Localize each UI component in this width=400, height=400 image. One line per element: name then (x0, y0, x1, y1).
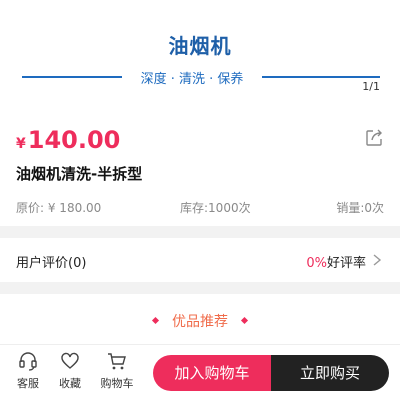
product-title: 油烟机清洗-半拆型 (16, 165, 143, 183)
positive-rate-value: 0% (306, 256, 327, 271)
product-info: ¥140.00 油烟机清洗-半拆型 原价: ¥ 180.00 库存:1000次 … (0, 96, 400, 226)
add-to-cart-button[interactable]: 加入购物车 (153, 355, 271, 391)
customer-service-button[interactable]: 客服 (6, 351, 50, 391)
price-value: 140.00 (27, 126, 121, 154)
sales-count: 销量:0次 (336, 201, 384, 215)
headset-icon (19, 352, 37, 371)
positive-rate-label: 好评率 (326, 256, 366, 271)
share-icon[interactable] (364, 128, 384, 148)
cart-button[interactable]: 购物车 (95, 351, 139, 391)
banner-title: 油烟机 (168, 34, 232, 58)
reviews-label: 用户评价(0) (16, 256, 87, 271)
favorite-label: 收藏 (59, 377, 81, 390)
favorite-button[interactable]: 收藏 (48, 351, 92, 391)
service-label: 客服 (17, 377, 39, 390)
stock-count: 库存:1000次 (180, 201, 251, 215)
heart-icon (61, 352, 79, 369)
price: ¥140.00 (16, 126, 120, 154)
buy-now-button[interactable]: 立即购买 (271, 355, 389, 391)
cart-icon (108, 353, 126, 370)
banner-divider-right (262, 76, 380, 78)
diamond-icon (240, 316, 249, 325)
diamond-icon (151, 316, 160, 325)
product-banner: 油烟机 深度 · 清洗 · 保养 1/1 (0, 0, 400, 96)
positive-rate: 0%好评率 (306, 252, 366, 271)
recommend-heading: 优品推荐 (0, 311, 400, 331)
user-reviews-row[interactable]: 用户评价(0) 0%好评率 (0, 238, 400, 282)
cart-label: 购物车 (100, 377, 134, 390)
chevron-right-icon (373, 254, 382, 266)
banner-divider-left (22, 76, 122, 78)
price-currency: ¥ (16, 136, 26, 152)
original-price: 原价: ¥ 180.00 (16, 201, 102, 215)
bottom-action-bar: 客服 收藏 购物车 加入购物车 立即购买 (0, 344, 400, 400)
image-pager: 1/1 (362, 80, 380, 93)
banner-subtitle: 深度 · 清洗 · 保养 (140, 72, 244, 87)
recommend-title: 优品推荐 (172, 314, 228, 330)
